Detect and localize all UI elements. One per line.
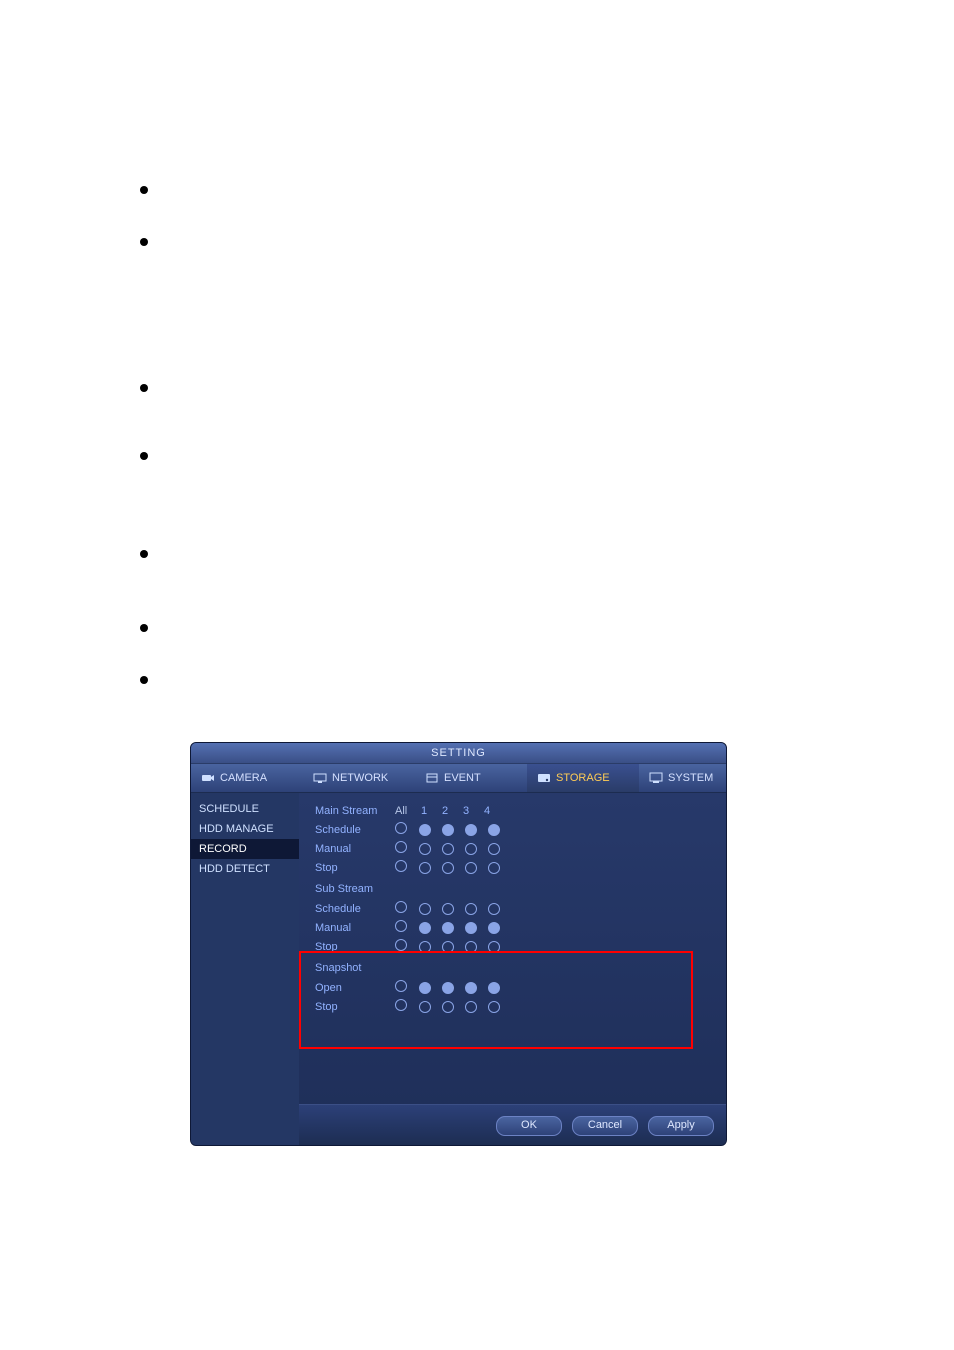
row-label: Schedule: [315, 903, 385, 915]
tab-event[interactable]: EVENT: [415, 764, 527, 792]
sidebar-item-schedule[interactable]: SCHEDULE: [191, 799, 299, 819]
setting-window: SETTING CAMERA NETWORK EVENT STORAGE SYS…: [190, 742, 727, 1146]
all-header: All: [395, 805, 409, 817]
radio-ch3[interactable]: [465, 922, 477, 934]
radio-ch3[interactable]: [465, 862, 477, 874]
radio-ch1[interactable]: [419, 903, 431, 915]
tab-label: NETWORK: [332, 772, 388, 784]
main-stream-label: Main Stream: [315, 805, 385, 817]
radio-ch4[interactable]: [488, 824, 500, 836]
tab-camera[interactable]: CAMERA: [191, 764, 303, 792]
radio-ch2[interactable]: [442, 922, 454, 934]
page-bullet-list: [140, 186, 148, 728]
radio-ch2[interactable]: [442, 843, 454, 855]
radio-ch1[interactable]: [419, 824, 431, 836]
radio-ch4[interactable]: [488, 922, 500, 934]
tab-system[interactable]: SYSTEM: [639, 764, 727, 792]
tab-label: EVENT: [444, 772, 481, 784]
radio-ch4[interactable]: [488, 843, 500, 855]
tab-network[interactable]: NETWORK: [303, 764, 415, 792]
row-main-manual: Manual: [315, 839, 716, 858]
event-icon: [425, 772, 439, 784]
tab-label: SYSTEM: [668, 772, 713, 784]
sidebar-item-hdd-detect[interactable]: HDD DETECT: [191, 859, 299, 879]
radio-ch2[interactable]: [442, 824, 454, 836]
system-icon: [649, 772, 663, 784]
radio-all[interactable]: [395, 939, 407, 951]
radio-ch1[interactable]: [419, 843, 431, 855]
bullet: [140, 238, 148, 246]
sidebar-item-record[interactable]: RECORD: [191, 839, 299, 859]
radio-ch2[interactable]: [442, 903, 454, 915]
storage-icon: [537, 772, 551, 784]
bullet: [140, 676, 148, 684]
radio-ch1[interactable]: [419, 862, 431, 874]
radio-all[interactable]: [395, 901, 407, 913]
ch-header: 4: [482, 805, 492, 817]
row-sub-schedule: Schedule: [315, 899, 716, 918]
ch-header: 3: [461, 805, 471, 817]
row-label: Stop: [315, 862, 385, 874]
bullet: [140, 550, 148, 558]
row-label: Manual: [315, 843, 385, 855]
bullet: [140, 186, 148, 194]
bullet: [140, 624, 148, 632]
cancel-button[interactable]: Cancel: [572, 1116, 638, 1136]
network-icon: [313, 772, 327, 784]
radio-all[interactable]: [395, 920, 407, 932]
footer: OK Cancel Apply: [299, 1104, 726, 1146]
ok-button[interactable]: OK: [496, 1116, 562, 1136]
radio-ch1[interactable]: [419, 922, 431, 934]
sidebar: SCHEDULE HDD MANAGE RECORD HDD DETECT: [191, 793, 299, 1146]
radio-ch4[interactable]: [488, 903, 500, 915]
content-panel: Main Stream All 1 2 3 4 Schedule: [299, 793, 726, 1146]
radio-ch4[interactable]: [488, 862, 500, 874]
radio-ch3[interactable]: [465, 824, 477, 836]
camera-icon: [201, 772, 215, 784]
radio-ch2[interactable]: [442, 862, 454, 874]
window-title: SETTING: [191, 743, 726, 764]
radio-all[interactable]: [395, 860, 407, 872]
sidebar-item-hdd-manage[interactable]: HDD MANAGE: [191, 819, 299, 839]
apply-button[interactable]: Apply: [648, 1116, 714, 1136]
ch-header: 1: [419, 805, 429, 817]
row-sub-manual: Manual: [315, 918, 716, 937]
bullet: [140, 452, 148, 460]
tab-label: STORAGE: [556, 772, 610, 784]
tab-bar: CAMERA NETWORK EVENT STORAGE SYSTEM: [191, 764, 726, 793]
channel-headers: 1 2 3 4: [419, 805, 492, 817]
row-label: Schedule: [315, 824, 385, 836]
row-label: Manual: [315, 922, 385, 934]
radio-ch3[interactable]: [465, 843, 477, 855]
radio-ch3[interactable]: [465, 903, 477, 915]
row-main-schedule: Schedule: [315, 820, 716, 839]
snapshot-highlight: [299, 951, 693, 1049]
bullet: [140, 384, 148, 392]
radio-all[interactable]: [395, 822, 407, 834]
row-main-stop: Stop: [315, 858, 716, 877]
tab-label: CAMERA: [220, 772, 267, 784]
tab-storage[interactable]: STORAGE: [527, 764, 639, 792]
sub-stream-label: Sub Stream: [315, 883, 716, 895]
ch-header: 2: [440, 805, 450, 817]
radio-all[interactable]: [395, 841, 407, 853]
main-stream-header-row: Main Stream All 1 2 3 4: [315, 801, 716, 820]
